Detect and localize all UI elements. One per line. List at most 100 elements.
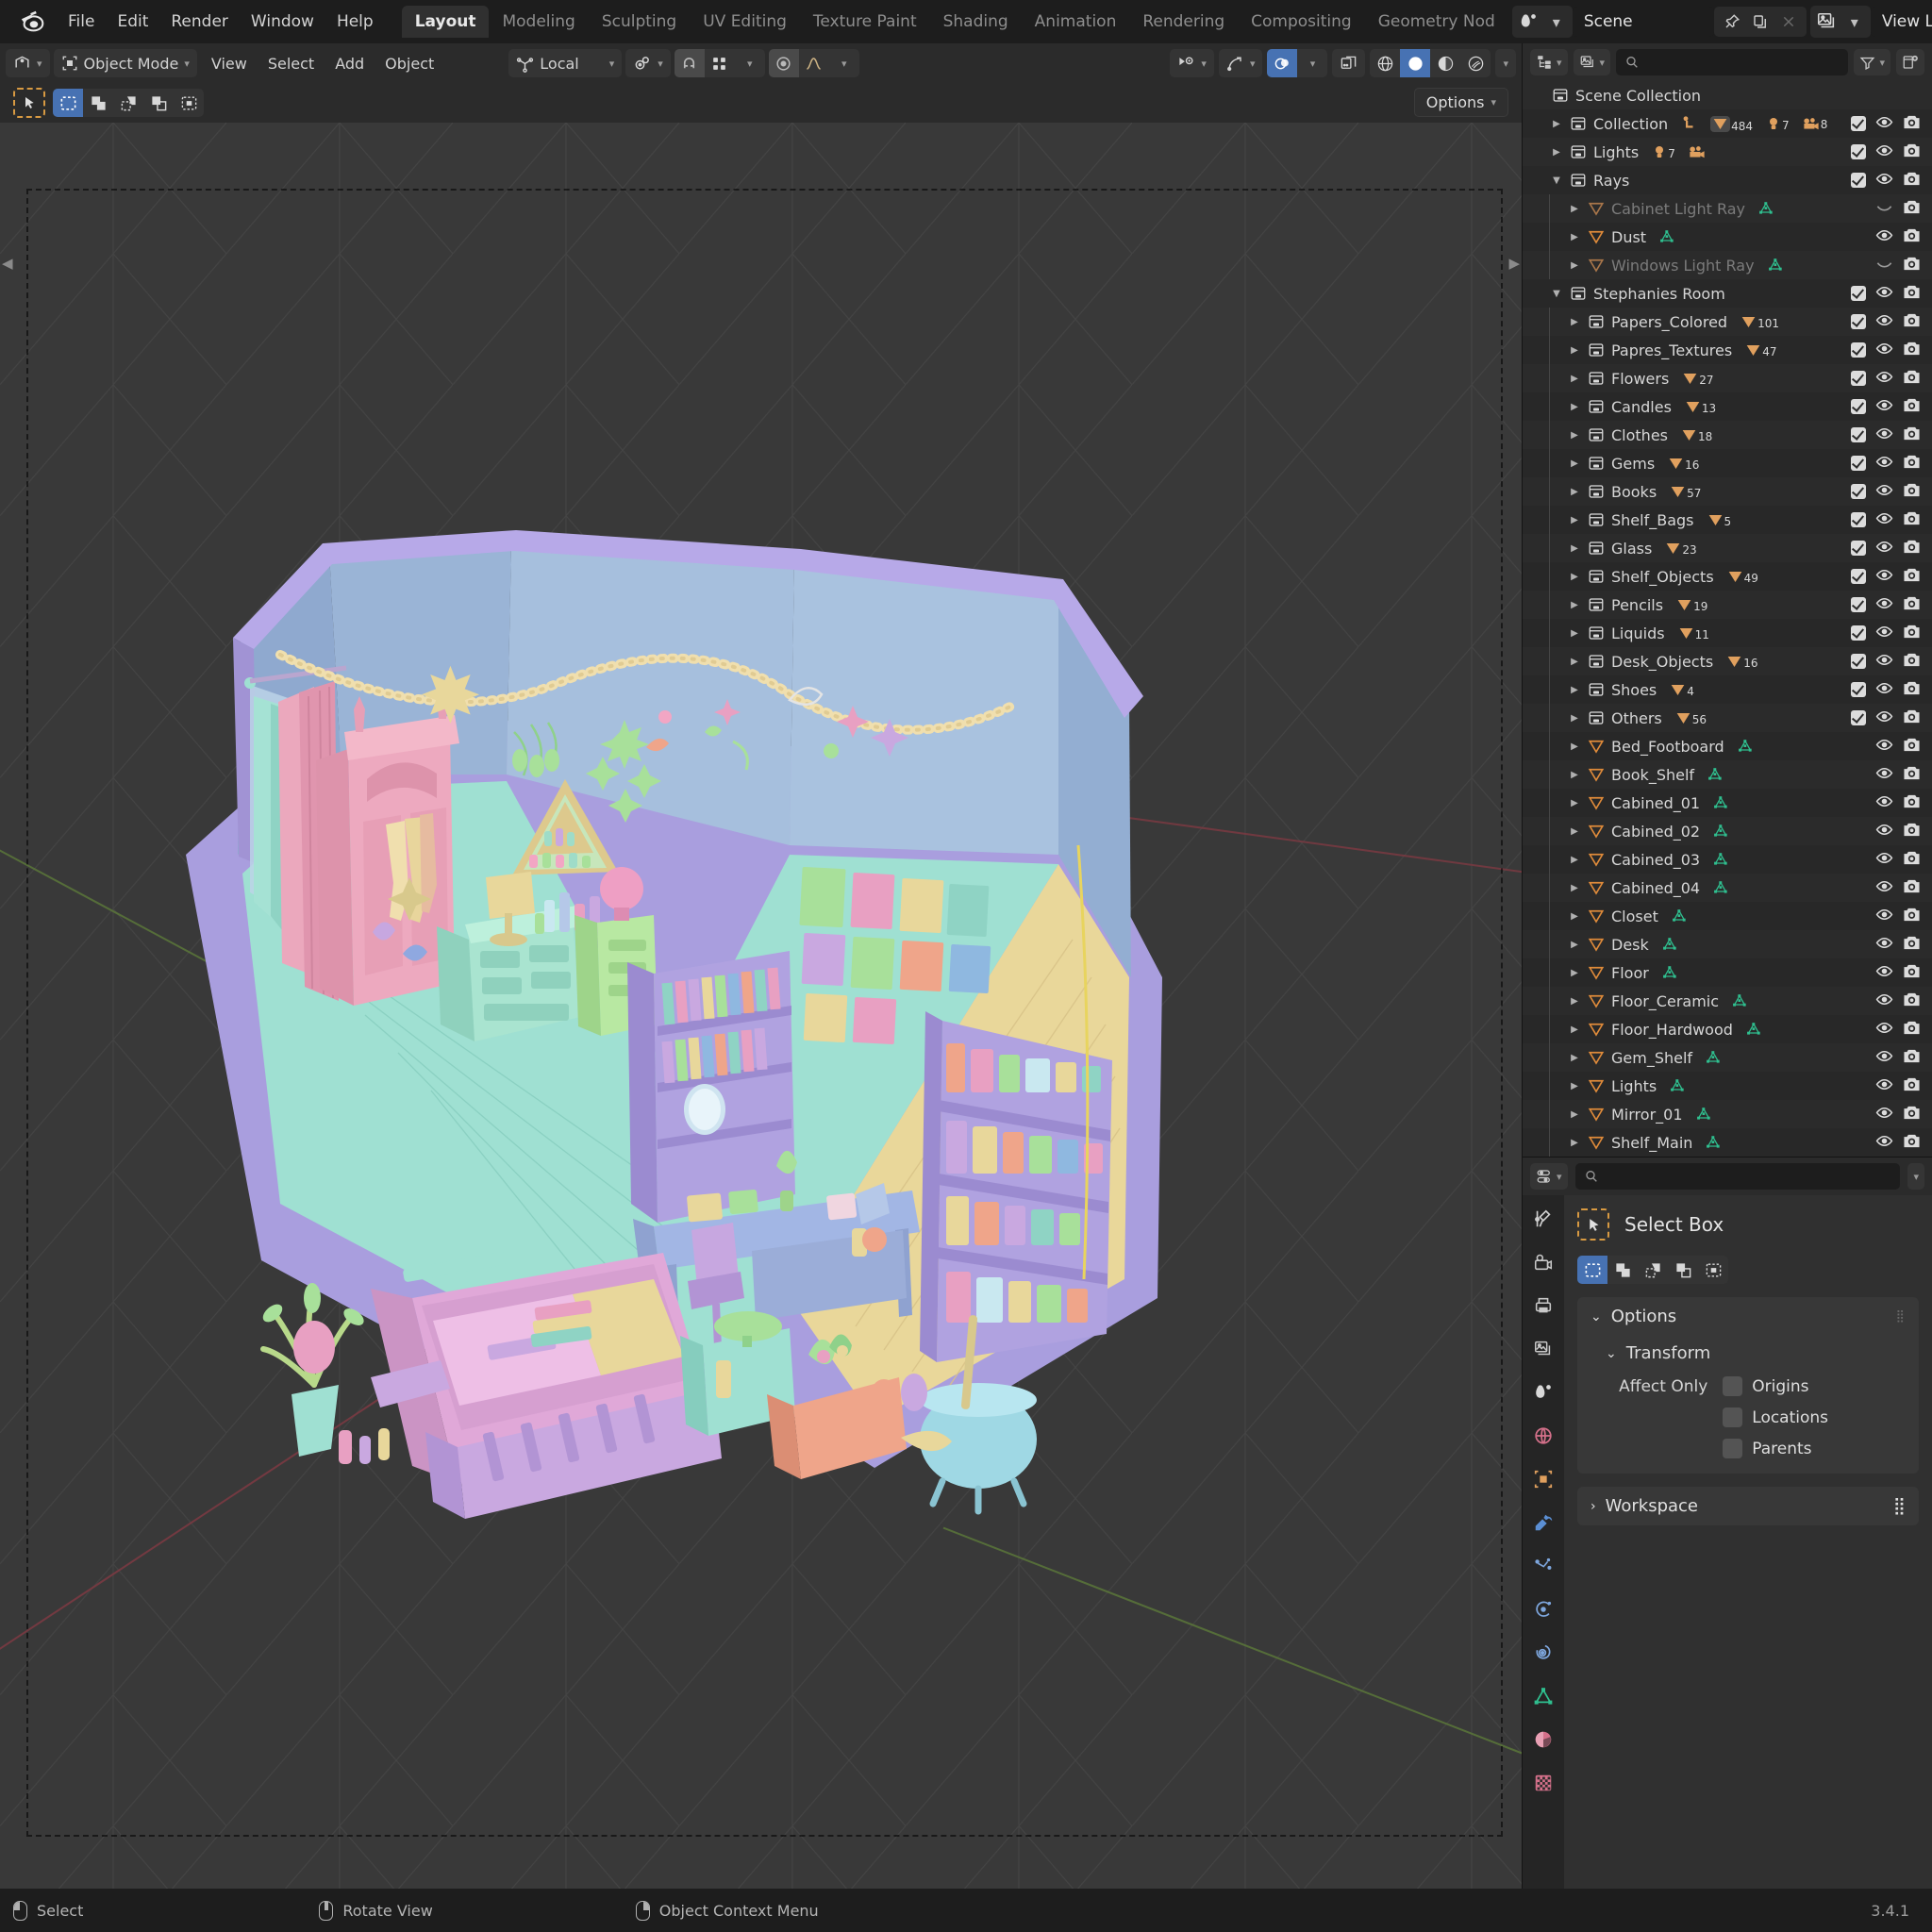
outliner-display-mode-icon[interactable]: ▾ — [1530, 49, 1568, 75]
sidebar-toggle-right-icon[interactable]: ▶ — [1508, 255, 1520, 272]
disclosure-triangle-icon[interactable]: ▶ — [1564, 1024, 1585, 1035]
invert-select-mode-icon[interactable] — [143, 89, 174, 117]
overlays-icon[interactable] — [1267, 49, 1298, 77]
editor-type-3dview-icon[interactable]: ▾ — [6, 49, 50, 77]
outliner-row[interactable]: ▼ Rays — [1523, 166, 1932, 194]
blender-logo-icon[interactable] — [19, 8, 47, 36]
view-layer-icon[interactable] — [1812, 7, 1840, 37]
rendered-shading-icon[interactable] — [1460, 49, 1491, 77]
collection-enable-checkbox[interactable] — [1851, 116, 1866, 131]
camera-render-icon[interactable] — [1903, 907, 1921, 926]
options-button[interactable]: Options ▾ — [1413, 88, 1508, 117]
disclosure-triangle-icon[interactable]: ▶ — [1564, 940, 1585, 950]
eye-visible-icon[interactable] — [1875, 1019, 1893, 1041]
outliner-row[interactable]: ▶ Glass 23 — [1523, 534, 1932, 562]
outliner-row[interactable]: ▶ Book_Shelf — [1523, 760, 1932, 789]
disclosure-triangle-icon[interactable]: ▶ — [1564, 685, 1585, 695]
camera-render-icon[interactable] — [1903, 425, 1921, 445]
transform-subpanel-header[interactable]: ⌄ Transform — [1577, 1336, 1919, 1371]
eye-visible-icon[interactable] — [1875, 1104, 1893, 1125]
outliner-row[interactable]: Scene Collection — [1523, 81, 1932, 109]
outliner-row[interactable]: ▶ Windows Light Ray — [1523, 251, 1932, 279]
tool-tab-icon[interactable] — [1529, 1205, 1557, 1233]
viewlayer-name-field[interactable]: View Layer — [1870, 7, 1932, 37]
outliner-row[interactable]: ▶ Desk_Objects 16 — [1523, 647, 1932, 675]
disclosure-triangle-icon[interactable]: ▶ — [1564, 657, 1585, 667]
workspace-tab-sculpting[interactable]: Sculpting — [589, 6, 690, 38]
collection-enable-checkbox[interactable] — [1851, 456, 1866, 471]
eye-visible-icon[interactable] — [1875, 679, 1893, 701]
collection-enable-checkbox[interactable] — [1851, 512, 1866, 527]
collection-enable-checkbox[interactable] — [1851, 173, 1866, 188]
render-tab-icon[interactable] — [1529, 1248, 1557, 1276]
menu-window[interactable]: Window — [240, 8, 325, 35]
viewlayer-chevron-down-icon[interactable]: ▾ — [1840, 7, 1869, 37]
workspace-tab-rendering[interactable]: Rendering — [1129, 6, 1238, 38]
eye-visible-icon[interactable] — [1875, 509, 1893, 531]
collection-enable-checkbox[interactable] — [1851, 484, 1866, 499]
collection-enable-checkbox[interactable] — [1851, 710, 1866, 725]
eye-visible-icon[interactable] — [1875, 311, 1893, 333]
collection-enable-checkbox[interactable] — [1851, 144, 1866, 159]
locations-checkbox[interactable] — [1723, 1407, 1743, 1427]
camera-render-icon[interactable] — [1903, 680, 1921, 700]
camera-render-icon[interactable] — [1903, 765, 1921, 785]
constraints-tab-icon[interactable] — [1529, 1639, 1557, 1667]
pivot-point-selector[interactable]: ▾ — [625, 49, 671, 77]
wireframe-shading-icon[interactable] — [1370, 49, 1400, 77]
disclosure-triangle-icon[interactable]: ▶ — [1564, 572, 1585, 582]
outliner-row[interactable]: ▶ Bed_Footboard — [1523, 732, 1932, 760]
eye-visible-icon[interactable] — [1875, 736, 1893, 758]
camera-render-icon[interactable] — [1903, 963, 1921, 983]
disclosure-triangle-icon[interactable]: ▶ — [1564, 741, 1585, 752]
outliner-funnel-filter-icon[interactable]: ▾ — [1854, 49, 1890, 75]
viewport-menu-select[interactable]: Select — [258, 55, 325, 73]
disclosure-triangle-icon[interactable]: ▶ — [1564, 317, 1585, 327]
camera-render-icon[interactable] — [1903, 397, 1921, 417]
camera-render-icon[interactable] — [1903, 878, 1921, 898]
eye-visible-icon[interactable] — [1875, 283, 1893, 305]
camera-render-icon[interactable] — [1903, 510, 1921, 530]
origins-checkbox[interactable] — [1723, 1376, 1743, 1396]
workspace-tab-layout[interactable]: Layout — [401, 6, 490, 38]
disclosure-triangle-icon[interactable]: ▶ — [1564, 628, 1585, 639]
gizmo-icon[interactable]: ▾ — [1218, 49, 1263, 77]
camera-render-icon[interactable] — [1903, 1020, 1921, 1040]
disclosure-triangle-icon[interactable]: ▶ — [1564, 855, 1585, 865]
eye-visible-icon[interactable] — [1875, 1075, 1893, 1097]
close-scene-x-icon[interactable] — [1774, 7, 1803, 37]
outliner-row[interactable]: ▶ Books 57 — [1523, 477, 1932, 506]
outliner-row[interactable]: ▶ Lights — [1523, 1072, 1932, 1100]
options-panel-header[interactable]: ⌄ Options ⣿ — [1577, 1297, 1919, 1336]
menu-help[interactable]: Help — [325, 8, 385, 35]
collection-enable-checkbox[interactable] — [1851, 541, 1866, 556]
transform-orientation-selector[interactable]: Local ▾ — [508, 49, 623, 77]
eye-visible-icon[interactable] — [1875, 962, 1893, 984]
disclosure-triangle-icon[interactable]: ▶ — [1564, 911, 1585, 922]
camera-render-icon[interactable] — [1903, 567, 1921, 587]
eye-visible-icon[interactable] — [1875, 170, 1893, 192]
disclosure-triangle-icon[interactable]: ▶ — [1564, 430, 1585, 441]
camera-render-icon[interactable] — [1903, 935, 1921, 955]
disclosure-triangle-icon[interactable]: ▶ — [1564, 798, 1585, 808]
collection-enable-checkbox[interactable] — [1851, 286, 1866, 301]
eye-visible-icon[interactable] — [1875, 396, 1893, 418]
outliner-row[interactable]: ▶ Papres_Textures 47 — [1523, 336, 1932, 364]
scene-tab-icon[interactable] — [1529, 1378, 1557, 1407]
workspace-tab-texture-paint[interactable]: Texture Paint — [800, 6, 930, 38]
camera-render-icon[interactable] — [1903, 595, 1921, 615]
eye-visible-icon[interactable] — [1875, 792, 1893, 814]
workspace-tab-modeling[interactable]: Modeling — [489, 6, 588, 38]
disclosure-triangle-icon[interactable]: ▶ — [1564, 996, 1585, 1007]
outliner-row[interactable]: ▶ Dust — [1523, 223, 1932, 251]
disclosure-triangle-icon[interactable]: ▶ — [1564, 1138, 1585, 1148]
collection-enable-checkbox[interactable] — [1851, 342, 1866, 358]
camera-render-icon[interactable] — [1903, 369, 1921, 389]
workspace-panel-header[interactable]: › Workspace ⣿ — [1577, 1487, 1919, 1525]
outliner-row[interactable]: ▶ Gems 16 — [1523, 449, 1932, 477]
outliner-search-input[interactable] — [1616, 49, 1849, 75]
editor-type-properties-icon[interactable]: ▾ — [1530, 1163, 1568, 1190]
disclosure-triangle-icon[interactable]: ▶ — [1564, 826, 1585, 837]
eye-visible-icon[interactable] — [1875, 708, 1893, 729]
solid-shading-icon[interactable] — [1400, 49, 1431, 77]
